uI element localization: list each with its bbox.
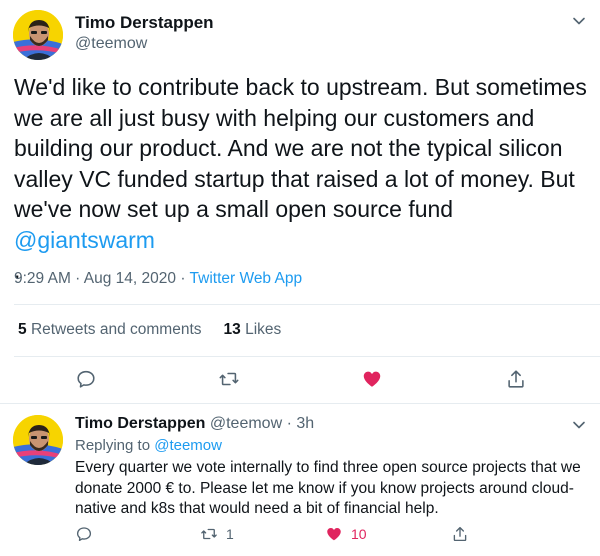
tweet-meta: 9:29 AM · Aug 14, 2020 · Twitter Web App bbox=[14, 270, 302, 288]
divider bbox=[0, 403, 600, 404]
retweets-stat[interactable]: 5 Retweets and comments bbox=[18, 321, 202, 339]
replying-to: Replying to @teemow bbox=[75, 437, 222, 454]
tweet-stats: 5 Retweets and comments 13 Likes bbox=[18, 321, 281, 339]
author-avatar[interactable] bbox=[13, 10, 63, 60]
reply-share-button[interactable] bbox=[451, 525, 469, 543]
comment-icon bbox=[75, 525, 93, 543]
reply-author-handle[interactable]: @teemow bbox=[210, 415, 282, 432]
tweet-source-link[interactable]: Twitter Web App bbox=[190, 270, 303, 287]
share-icon[interactable] bbox=[505, 368, 527, 390]
divider bbox=[14, 304, 600, 305]
reply-text: Every quarter we vote internally to find… bbox=[75, 459, 581, 517]
retweet-icon[interactable] bbox=[218, 368, 240, 390]
reply-header: Timo Derstappen @teemow · 3h bbox=[75, 415, 314, 433]
replying-prefix: Replying to bbox=[75, 437, 155, 454]
share-icon bbox=[451, 525, 469, 543]
tweet-timestamp[interactable]: 9:29 AM · Aug 14, 2020 · bbox=[14, 270, 190, 287]
reply-like-button[interactable]: 10 bbox=[325, 525, 367, 543]
tweet-text: We'd like to contribute back to upstream… bbox=[14, 72, 594, 286]
tweet-text-body: We'd like to contribute back to upstream… bbox=[14, 74, 587, 222]
mention-link[interactable]: @giantswarm bbox=[14, 227, 155, 253]
heart-icon bbox=[325, 525, 343, 543]
reply-separator: · bbox=[282, 415, 297, 432]
likes-stat[interactable]: 13 Likes bbox=[224, 321, 282, 339]
heart-icon[interactable] bbox=[361, 368, 383, 390]
reply-author-name[interactable]: Timo Derstappen bbox=[75, 415, 205, 432]
comment-icon[interactable] bbox=[75, 368, 97, 390]
reply-retweet-button[interactable]: 1 bbox=[200, 525, 234, 543]
reply-author-avatar[interactable] bbox=[13, 415, 63, 465]
divider bbox=[14, 356, 600, 357]
reply-like-count: 10 bbox=[351, 526, 367, 542]
reply-time[interactable]: 3h bbox=[296, 415, 314, 432]
chevron-down-icon[interactable] bbox=[572, 14, 586, 28]
likes-label: Likes bbox=[245, 321, 282, 338]
retweets-count: 5 bbox=[18, 321, 27, 338]
chevron-down-icon[interactable] bbox=[572, 418, 586, 432]
replying-to-link[interactable]: @teemow bbox=[154, 437, 222, 454]
reply-retweet-count: 1 bbox=[226, 526, 234, 542]
likes-count: 13 bbox=[223, 321, 241, 338]
retweets-label: Retweets and comments bbox=[30, 321, 202, 338]
author-name[interactable]: Timo Derstappen bbox=[75, 13, 214, 33]
author-handle[interactable]: @teemow bbox=[75, 35, 147, 53]
reply-comment-button[interactable] bbox=[75, 525, 93, 543]
retweet-icon bbox=[200, 525, 218, 543]
